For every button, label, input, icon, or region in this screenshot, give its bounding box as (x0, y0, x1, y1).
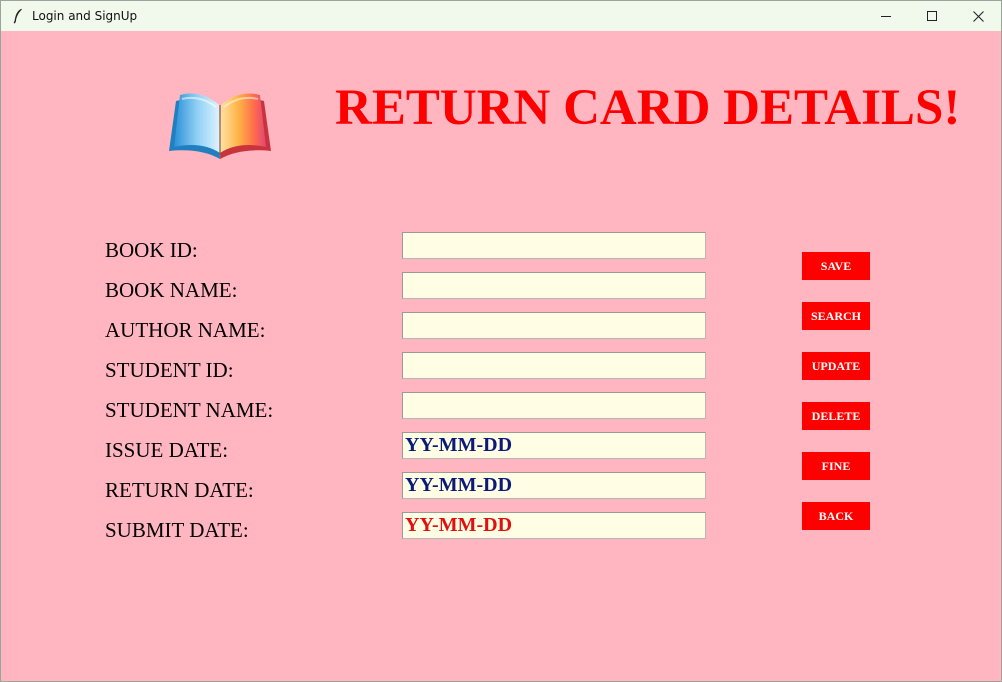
issue-date-label: ISSUE DATE: (105, 438, 229, 462)
author-name-label: AUTHOR NAME: (105, 318, 266, 342)
search-button[interactable]: SEARCH (802, 302, 870, 330)
submit-date-label: SUBMIT DATE: (105, 518, 249, 542)
book-id-input[interactable] (402, 232, 706, 259)
feather-icon (11, 8, 25, 24)
main-content: RETURN CARD DETAILS! BOOK ID: BOOK NAME:… (1, 31, 1001, 681)
return-date-input[interactable] (402, 472, 706, 499)
return-date-label: RETURN DATE: (105, 478, 254, 502)
minimize-icon (881, 16, 891, 17)
student-name-label: STUDENT NAME: (105, 398, 274, 422)
window-title: Login and SignUp (32, 9, 138, 23)
book-id-label: BOOK ID: (105, 238, 198, 262)
delete-button[interactable]: DELETE (802, 402, 870, 430)
minimize-button[interactable] (863, 1, 909, 31)
student-id-label: STUDENT ID: (105, 358, 234, 382)
close-button[interactable] (955, 1, 1001, 31)
back-button[interactable]: BACK (802, 502, 870, 530)
update-button[interactable]: UPDATE (802, 352, 870, 380)
app-window: Login and SignUp RETURN CARD DETAILS! BO… (0, 0, 1002, 682)
submit-date-input[interactable] (402, 512, 706, 539)
student-id-input[interactable] (402, 352, 706, 379)
student-name-input[interactable] (402, 392, 706, 419)
author-name-input[interactable] (402, 312, 706, 339)
save-button[interactable]: SAVE (802, 252, 870, 280)
fine-button[interactable]: FINE (802, 452, 870, 480)
page-title: RETURN CARD DETAILS! (335, 80, 961, 136)
maximize-button[interactable] (909, 1, 955, 31)
issue-date-input[interactable] (402, 432, 706, 459)
title-bar: Login and SignUp (1, 1, 1001, 31)
close-icon (972, 10, 984, 22)
open-book-icon (166, 87, 274, 161)
book-name-input[interactable] (402, 272, 706, 299)
maximize-icon (927, 11, 937, 21)
book-name-label: BOOK NAME: (105, 278, 238, 302)
